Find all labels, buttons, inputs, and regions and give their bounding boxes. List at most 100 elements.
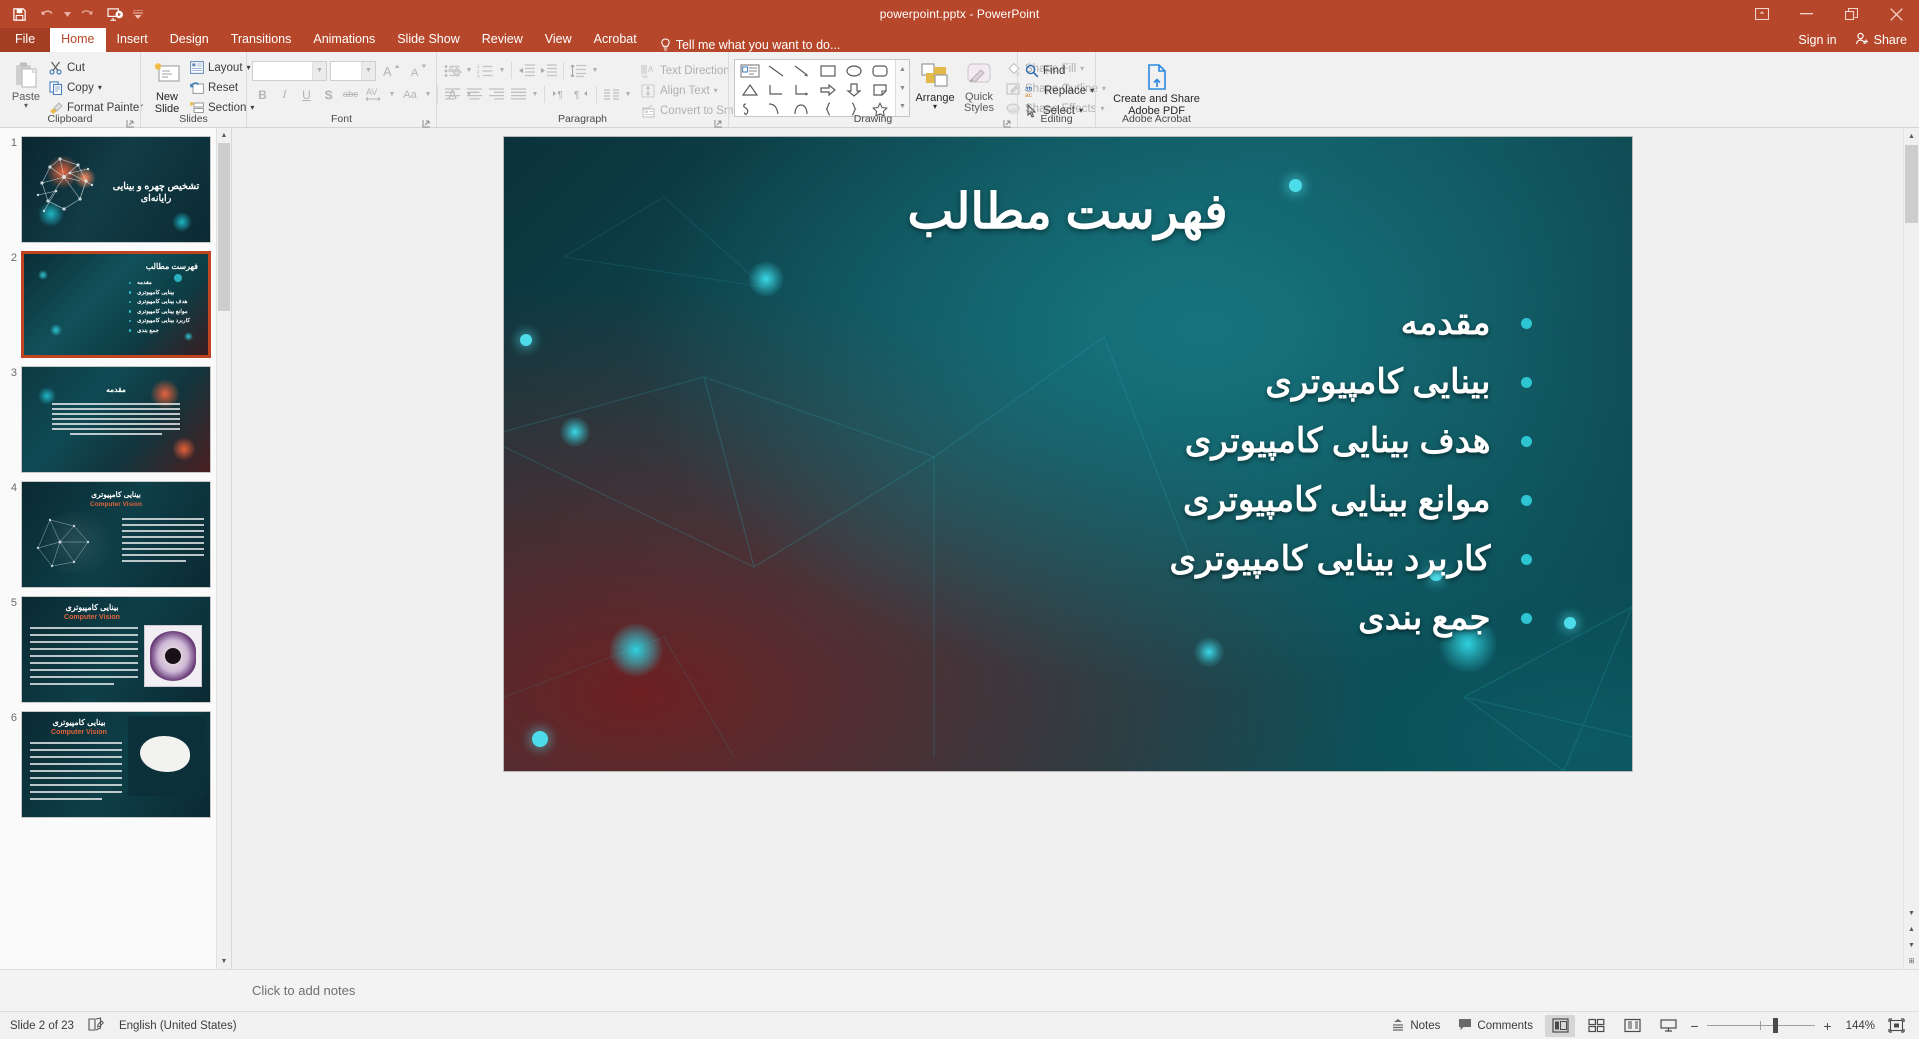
thumbnail-scroll-down-icon[interactable]: ▼: [217, 954, 231, 969]
slide-bullet-item[interactable]: هدف بینایی کامپیوتری: [624, 421, 1532, 461]
justify-button[interactable]: [508, 84, 529, 105]
cut-button[interactable]: Cut: [47, 58, 147, 77]
thumbnail-slide-2[interactable]: فهرست مطالب مقدمه بینایی کامپیوتری هدف ب…: [21, 251, 211, 358]
current-slide[interactable]: فهرست مطالب مقدمه بینایی کامپیوتری هدف ب…: [503, 137, 1632, 771]
replace-button[interactable]: ab ac Replace ▾: [1023, 81, 1098, 100]
create-share-adobe-pdf-button[interactable]: Create and Share Adobe PDF: [1102, 59, 1212, 119]
italic-button[interactable]: I: [274, 84, 295, 105]
shape-textbox-icon[interactable]: [737, 61, 763, 80]
font-dialog-launcher[interactable]: [422, 115, 433, 128]
shape-elbow-arrow-icon[interactable]: [789, 80, 815, 99]
line-spacing-button[interactable]: [568, 60, 589, 81]
tell-me-search[interactable]: Tell me what you want to do...: [648, 38, 840, 52]
change-case-caret-icon[interactable]: ▼: [423, 84, 433, 105]
list-item[interactable]: 4 بینایی کامپیوتری Computer Vision: [0, 481, 231, 588]
find-button[interactable]: Find: [1023, 61, 1098, 80]
font-name-chevron-down-icon[interactable]: ▼: [312, 61, 326, 80]
align-left-button[interactable]: [442, 84, 463, 105]
line-spacing-caret-icon[interactable]: ▼: [590, 60, 600, 81]
numbering-caret-icon[interactable]: ▼: [497, 60, 507, 81]
slide-scroll-up-icon[interactable]: ▲: [1904, 128, 1919, 144]
reading-view-button[interactable]: [1617, 1015, 1647, 1037]
strikethrough-button[interactable]: abc: [340, 84, 361, 105]
thumbnail-slide-1[interactable]: تشخیص چهره و بینایی رایانه‌ای: [21, 136, 211, 243]
shapes-scroll-down-icon[interactable]: ▼: [896, 79, 909, 98]
slide-bullet-list[interactable]: مقدمه بینایی کامپیوتری هدف بینایی کامپیو…: [624, 303, 1532, 657]
list-item[interactable]: 5 بینایی کامپیوتری Computer Vision: [0, 596, 231, 703]
scroll-overview-icon[interactable]: ⊞: [1904, 953, 1919, 969]
change-case-button[interactable]: Aa: [398, 84, 422, 105]
save-icon[interactable]: [6, 2, 32, 26]
thumbnail-slide-3[interactable]: مقدمه: [21, 366, 211, 473]
tab-slide-show[interactable]: Slide Show: [386, 28, 471, 52]
share-button[interactable]: Share: [1849, 31, 1913, 49]
tab-review[interactable]: Review: [471, 28, 534, 52]
list-item[interactable]: 1: [0, 136, 231, 243]
quick-styles-button[interactable]: Quick Styles: [958, 58, 1000, 116]
previous-slide-button[interactable]: ▲: [1904, 921, 1919, 937]
shape-arrow-icon[interactable]: [789, 61, 815, 80]
tab-design[interactable]: Design: [159, 28, 220, 52]
slide-edit-area[interactable]: فهرست مطالب مقدمه بینایی کامپیوتری هدف ب…: [232, 128, 1903, 969]
zoom-slider[interactable]: − +: [1689, 1018, 1833, 1034]
copy-button[interactable]: Copy ▾: [47, 78, 147, 97]
sign-in-link[interactable]: Sign in: [1798, 33, 1836, 47]
slide-area-scrollbar[interactable]: ▲ ▼ ▲ ▼ ⊞: [1903, 128, 1919, 969]
slide-sorter-view-button[interactable]: [1581, 1015, 1611, 1037]
shape-folded-corner-icon[interactable]: [867, 80, 893, 99]
justify-caret-icon[interactable]: ▼: [530, 84, 540, 105]
align-right-button[interactable]: [486, 84, 507, 105]
normal-view-button[interactable]: [1545, 1014, 1575, 1037]
tab-home[interactable]: Home: [50, 28, 106, 52]
shape-right-arrow-icon[interactable]: [815, 80, 841, 99]
character-spacing-caret-icon[interactable]: ▼: [387, 84, 397, 105]
notes-placeholder[interactable]: Click to add notes: [252, 983, 355, 998]
character-spacing-button[interactable]: AV: [362, 84, 386, 105]
increase-font-size-button[interactable]: A: [379, 60, 403, 81]
numbering-button[interactable]: 123: [475, 60, 496, 81]
rtl-direction-button[interactable]: ¶: [571, 84, 592, 105]
minimize-icon[interactable]: [1784, 0, 1829, 28]
close-icon[interactable]: [1874, 0, 1919, 28]
tab-view[interactable]: View: [534, 28, 583, 52]
zoom-track[interactable]: [1707, 1018, 1815, 1033]
undo-dropdown-icon[interactable]: [62, 2, 72, 26]
slide-bullet-item[interactable]: جمع بندی: [624, 598, 1532, 638]
new-slide-button[interactable]: New Slide: [146, 57, 188, 117]
tab-acrobat[interactable]: Acrobat: [583, 28, 648, 52]
decrease-indent-button[interactable]: [516, 60, 537, 81]
notes-pane[interactable]: Click to add notes: [0, 969, 1919, 1011]
slide-bullet-item[interactable]: مقدمه: [624, 303, 1532, 343]
clipboard-dialog-launcher[interactable]: [126, 115, 137, 128]
drawing-dialog-launcher[interactable]: [1003, 115, 1014, 128]
shape-down-arrow-icon[interactable]: [841, 80, 867, 99]
shapes-scroll-up-icon[interactable]: ▲: [896, 60, 909, 79]
customize-qat-icon[interactable]: [130, 2, 146, 26]
slideshow-view-button[interactable]: [1653, 1015, 1683, 1037]
zoom-in-button[interactable]: +: [1822, 1018, 1833, 1034]
thumbnail-scrollbar-thumb[interactable]: [218, 143, 230, 311]
shape-elbow-connector-icon[interactable]: [763, 80, 789, 99]
copy-caret-icon[interactable]: ▾: [98, 83, 102, 91]
shape-rectangle-icon[interactable]: [815, 61, 841, 80]
bullets-caret-icon[interactable]: ▼: [464, 60, 474, 81]
next-slide-button[interactable]: ▼: [1904, 937, 1919, 953]
columns-caret-icon[interactable]: ▼: [623, 84, 633, 105]
arrange-button[interactable]: Arrange ▾: [914, 58, 956, 112]
align-text-caret-icon[interactable]: ▾: [714, 86, 718, 94]
font-size-chevron-down-icon[interactable]: ▼: [361, 61, 375, 80]
thumbnail-pane-scrollbar[interactable]: ▲ ▼: [216, 128, 231, 969]
list-item[interactable]: 2 فهرست مطالب مقدمه بینایی کامپیوتری هدف…: [0, 251, 231, 358]
thumbnail-slide-5[interactable]: بینایی کامپیوتری Computer Vision: [21, 596, 211, 703]
increase-indent-button[interactable]: [538, 60, 559, 81]
redo-icon[interactable]: [74, 2, 100, 26]
align-center-button[interactable]: [464, 84, 485, 105]
comments-toggle-button[interactable]: Comments: [1452, 1016, 1539, 1036]
fit-slide-to-window-button[interactable]: [1881, 1015, 1911, 1037]
font-name-combo[interactable]: ▼: [252, 60, 327, 81]
thumbnail-slide-4[interactable]: بینایی کامپیوتری Computer Vision: [21, 481, 211, 588]
zoom-out-button[interactable]: −: [1689, 1018, 1700, 1034]
spell-check-icon[interactable]: [88, 1016, 105, 1035]
slide-scroll-down-icon[interactable]: ▼: [1904, 905, 1919, 921]
font-size-combo[interactable]: ▼: [330, 60, 376, 81]
